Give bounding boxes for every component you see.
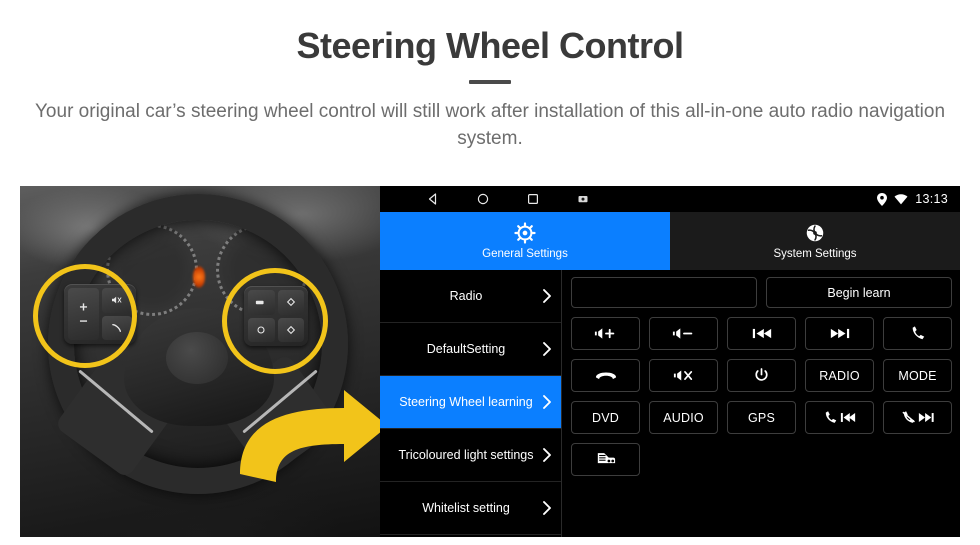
home-icon[interactable] xyxy=(476,192,490,206)
power-icon xyxy=(755,368,768,381)
function-button-grid: RADIO MODE DVD AUDIO GPS xyxy=(571,317,952,476)
next-icon xyxy=(830,328,849,339)
airbag-center xyxy=(166,332,228,384)
system-wrench-icon xyxy=(806,224,824,242)
steering-wheel-photo xyxy=(20,186,380,537)
chevron-right-icon xyxy=(543,342,551,356)
status-right-cluster: 13:13 xyxy=(877,186,948,212)
chevron-right-icon xyxy=(543,501,551,515)
yellow-arrow-icon xyxy=(240,390,380,482)
tab-system-settings[interactable]: System Settings xyxy=(670,212,960,270)
mute-button[interactable] xyxy=(649,359,718,392)
settings-body: Radio DefaultSetting Steering Wheel lear… xyxy=(380,270,960,537)
recents-icon[interactable] xyxy=(526,192,540,206)
power-button[interactable] xyxy=(727,359,796,392)
status-clock: 13:13 xyxy=(915,192,948,206)
sidebar-item-tricoloured-light-settings[interactable]: Tricoloured light settings xyxy=(380,429,561,482)
radio-button[interactable]: RADIO xyxy=(805,359,874,392)
page-title: Steering Wheel Control xyxy=(296,25,684,66)
tab-general-settings[interactable]: General Settings xyxy=(380,212,670,270)
phone-previous-icon xyxy=(825,411,855,423)
tab-system-settings-label: System Settings xyxy=(773,248,857,260)
wifi-icon xyxy=(894,193,908,204)
sidebar-item-tricoloured-light-settings-label: Tricoloured light settings xyxy=(398,447,534,462)
sidebar-item-defaultsetting[interactable]: DefaultSetting xyxy=(380,323,561,376)
page-subtitle: Your original car’s steering wheel contr… xyxy=(35,100,946,150)
back-icon[interactable] xyxy=(426,192,440,206)
speaker-icon xyxy=(594,328,614,339)
brightness-gear-icon xyxy=(514,222,536,244)
mode-button[interactable]: MODE xyxy=(883,359,952,392)
chevron-right-icon xyxy=(543,448,551,462)
car-front-icon xyxy=(597,453,615,464)
settings-tabs: General Settings System Settings xyxy=(380,212,960,270)
highlight-circle-right xyxy=(222,268,328,374)
volume-up-button[interactable] xyxy=(571,317,640,350)
steering-learning-pane: Begin learn RADIO MODE DVD AUDIO GPS xyxy=(562,270,960,537)
media-strip: 13:13 General Settings System Settings R… xyxy=(20,186,960,537)
phone-icon xyxy=(912,326,924,340)
hangup-next-button[interactable] xyxy=(883,401,952,434)
gps-button[interactable]: GPS xyxy=(727,401,796,434)
sidebar-item-defaultsetting-label: DefaultSetting xyxy=(426,341,506,356)
sidebar-item-radio[interactable]: Radio xyxy=(380,270,561,323)
sidebar-item-radio-label: Radio xyxy=(449,288,483,303)
volume-down-button[interactable] xyxy=(649,317,718,350)
page-header: Steering Wheel Control Your original car… xyxy=(0,0,980,153)
call-previous-button[interactable] xyxy=(805,401,874,434)
audio-button[interactable]: AUDIO xyxy=(649,401,718,434)
head-unit-screen: 13:13 General Settings System Settings R… xyxy=(380,186,960,537)
learn-row: Begin learn xyxy=(571,277,952,308)
highlight-circle-left xyxy=(33,264,137,368)
page-root: Steering Wheel Control Your original car… xyxy=(0,0,980,545)
next-track-button[interactable] xyxy=(805,317,874,350)
tab-general-settings-label: General Settings xyxy=(482,248,568,260)
begin-learn-button[interactable]: Begin learn xyxy=(766,277,952,308)
speaker-icon xyxy=(672,328,692,339)
hang-up-button[interactable] xyxy=(571,359,640,392)
sidebar-item-steering-wheel-learning-label: Steering Wheel learning xyxy=(399,394,533,409)
sidebar-item-whitelist-setting-label: Whitelist setting xyxy=(422,500,510,515)
settings-sidebar: Radio DefaultSetting Steering Wheel lear… xyxy=(380,270,562,537)
speaker-icon xyxy=(673,370,692,381)
title-divider xyxy=(469,79,511,84)
previous-icon xyxy=(752,328,771,339)
chevron-right-icon xyxy=(543,395,551,409)
android-status-bar: 13:13 xyxy=(380,186,960,212)
hangup-next-icon xyxy=(901,411,934,423)
learn-key-input[interactable] xyxy=(571,277,757,308)
phone-hangup-icon xyxy=(595,372,616,380)
previous-track-button[interactable] xyxy=(727,317,796,350)
answer-call-button[interactable] xyxy=(883,317,952,350)
screenshot-icon[interactable] xyxy=(576,192,590,206)
chevron-right-icon xyxy=(543,289,551,303)
sidebar-item-whitelist-setting[interactable]: Whitelist setting xyxy=(380,482,561,535)
location-pin-icon xyxy=(877,192,888,206)
sidebar-item-steering-wheel-learning[interactable]: Steering Wheel learning xyxy=(380,376,561,429)
android-nav-bar xyxy=(426,192,590,206)
dvd-button[interactable]: DVD xyxy=(571,401,640,434)
car-navigation-button[interactable] xyxy=(571,443,640,476)
